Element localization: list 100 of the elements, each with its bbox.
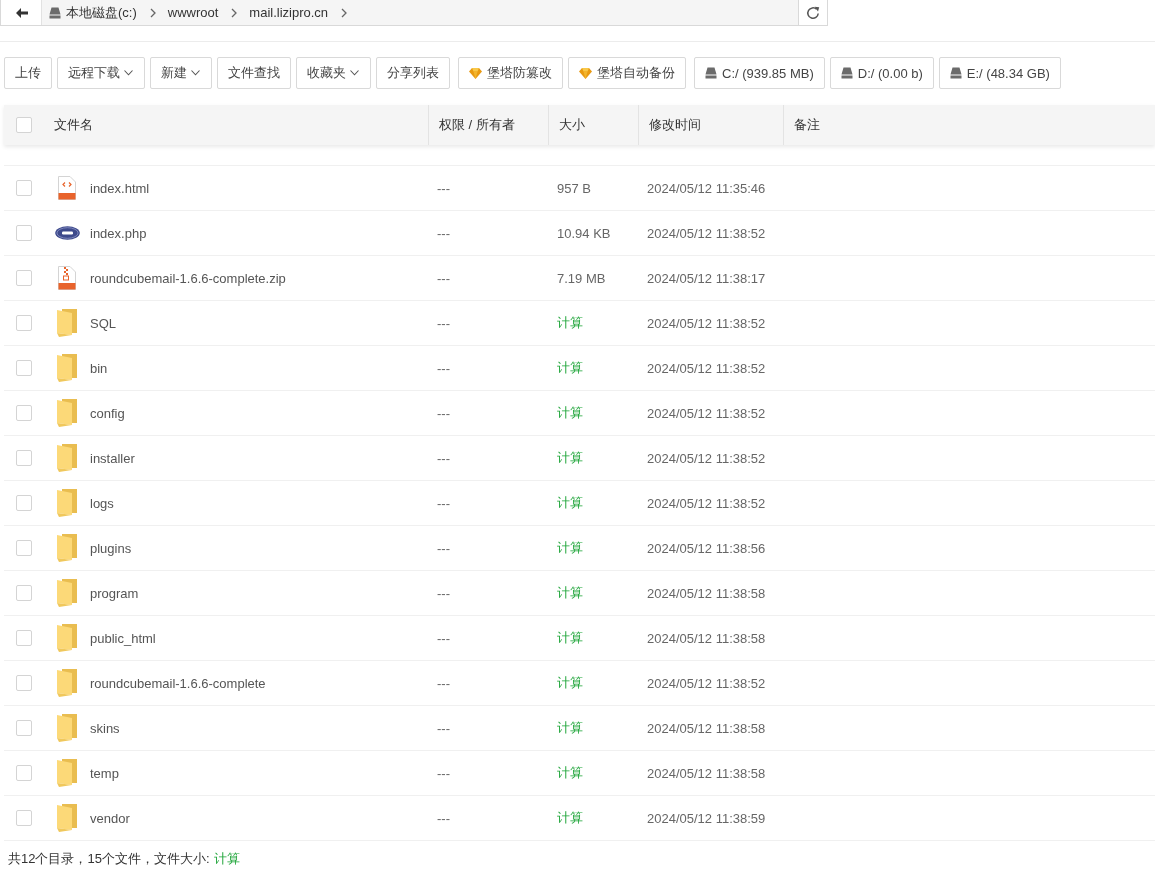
- caret-down-icon: [191, 70, 200, 76]
- folder-icon: [56, 623, 78, 653]
- modified-time-text: 2024/05/12 11:38:58: [647, 630, 766, 646]
- permission-text: ---: [437, 315, 450, 331]
- permission-text: ---: [437, 810, 450, 826]
- modified-time-text: 2024/05/12 11:38:52: [647, 225, 766, 241]
- checkbox[interactable]: [16, 675, 32, 691]
- folder-name-link[interactable]: skins: [90, 720, 120, 736]
- folder-icon: [56, 713, 78, 743]
- dropdown-button[interactable]: 收藏夹: [296, 57, 371, 89]
- permission-text: ---: [437, 765, 450, 781]
- checkbox[interactable]: [16, 765, 32, 781]
- back-arrow-icon: [16, 7, 28, 18]
- modified-time-text: 2024/05/12 11:38:52: [647, 360, 766, 376]
- diamond-icon: [579, 67, 592, 79]
- checkbox[interactable]: [16, 450, 32, 466]
- modified-time-text: 2024/05/12 11:38:52: [647, 315, 766, 331]
- folder-name-link[interactable]: temp: [90, 765, 119, 781]
- permission-text: ---: [437, 585, 450, 601]
- folder-name-link[interactable]: plugins: [90, 540, 132, 556]
- summary-text: 共12个目录，15个文件，文件大小:: [8, 851, 210, 867]
- checkbox[interactable]: [16, 810, 32, 826]
- file-name-link[interactable]: roundcubemail-1.6.6-complete.zip: [90, 270, 286, 286]
- file-name-link[interactable]: index.php: [90, 225, 147, 241]
- chevron-right-icon: [231, 7, 238, 18]
- drive-icon: [949, 67, 962, 79]
- checkbox[interactable]: [16, 117, 32, 133]
- folder-name-link[interactable]: installer: [90, 450, 135, 466]
- breadcrumb-link[interactable]: wwwroot: [167, 5, 219, 20]
- refresh-icon: [806, 5, 820, 20]
- modified-time-text: 2024/05/12 11:38:52: [647, 450, 766, 466]
- checkbox[interactable]: [16, 360, 32, 376]
- toolbar-button[interactable]: 分享列表: [376, 57, 450, 89]
- folder-icon: [56, 308, 78, 338]
- checkbox[interactable]: [16, 630, 32, 646]
- archive-file-icon: [58, 266, 76, 290]
- folder-name-link[interactable]: vendor: [90, 810, 130, 826]
- permission-text: ---: [437, 225, 450, 241]
- folder-name-link[interactable]: config: [90, 405, 125, 421]
- chevron-right-icon: [149, 7, 156, 18]
- permission-text: ---: [437, 495, 450, 511]
- checkbox[interactable]: [16, 225, 32, 241]
- chevron-right-icon: [341, 7, 348, 18]
- folder-icon: [56, 578, 78, 608]
- modified-time-text: 2024/05/12 11:35:46: [647, 180, 766, 196]
- html-file-icon: [58, 176, 76, 200]
- column-header: 权限 / 所有者: [439, 116, 515, 134]
- folder-icon: [56, 758, 78, 788]
- folder-name-link[interactable]: SQL: [90, 315, 116, 331]
- caret-down-icon: [350, 70, 359, 76]
- file-size-text: 7.19 MB: [557, 270, 606, 286]
- folder-name-link[interactable]: logs: [90, 495, 114, 511]
- modified-time-text: 2024/05/12 11:38:52: [647, 405, 766, 421]
- dropdown-button[interactable]: 远程下载: [57, 57, 145, 89]
- toolbar-button[interactable]: 文件查找: [217, 57, 291, 89]
- modified-time-text: 2024/05/12 11:38:56: [647, 540, 766, 556]
- dropdown-button[interactable]: 新建: [150, 57, 212, 89]
- toolbar-button[interactable]: 堡塔自动备份: [568, 57, 686, 89]
- checkbox[interactable]: [16, 315, 32, 331]
- modified-time-text: 2024/05/12 11:38:52: [647, 495, 766, 511]
- drive-icon: [840, 67, 853, 79]
- toolbar-button[interactable]: 上传: [4, 57, 52, 89]
- disk-button[interactable]: E:/ (48.34 GB): [938, 57, 1061, 89]
- checkbox[interactable]: [16, 720, 32, 736]
- disk-button[interactable]: D:/ (0.00 b): [829, 57, 934, 89]
- modified-time-text: 2024/05/12 11:38:17: [647, 270, 766, 286]
- permission-text: ---: [437, 270, 450, 286]
- permission-text: ---: [437, 405, 450, 421]
- drive-icon: [705, 67, 717, 79]
- permission-text: ---: [437, 675, 450, 691]
- folder-icon: [56, 803, 78, 833]
- checkbox[interactable]: [16, 405, 32, 421]
- disk-button[interactable]: C:/ (939.85 MB): [694, 57, 825, 89]
- checkbox[interactable]: [16, 180, 32, 196]
- folder-name-link[interactable]: bin: [90, 360, 108, 376]
- folder-name-link[interactable]: program: [90, 585, 139, 601]
- caret-down-icon: [124, 70, 133, 76]
- modified-time-text: 2024/05/12 11:38:52: [647, 675, 766, 691]
- file-size-text: 10.94 KB: [557, 225, 611, 241]
- permission-text: ---: [437, 540, 450, 556]
- checkbox[interactable]: [16, 495, 32, 511]
- diamond-icon: [469, 67, 482, 79]
- folder-name-link[interactable]: roundcubemail-1.6.6-complete: [90, 675, 266, 691]
- breadcrumb-link[interactable]: mail.lizipro.cn: [249, 5, 329, 20]
- folder-icon: [56, 353, 78, 383]
- modified-time-text: 2024/05/12 11:38:58: [647, 585, 766, 601]
- modified-time-text: 2024/05/12 11:38:59: [647, 810, 766, 826]
- file-name-link[interactable]: index.html: [90, 180, 150, 196]
- checkbox[interactable]: [16, 270, 32, 286]
- checkbox[interactable]: [16, 585, 32, 601]
- breadcrumb-link[interactable]: 本地磁盘(c:): [49, 3, 137, 22]
- checkbox[interactable]: [16, 540, 32, 556]
- modified-time-text: 2024/05/12 11:38:58: [647, 720, 766, 736]
- permission-text: ---: [437, 720, 450, 736]
- column-header: 备注: [794, 116, 820, 134]
- folder-name-link[interactable]: public_html: [90, 630, 156, 646]
- folder-icon: [56, 443, 78, 473]
- column-header: 大小: [559, 116, 585, 134]
- column-header: 文件名: [54, 116, 93, 134]
- toolbar-button[interactable]: 堡塔防篡改: [458, 57, 563, 89]
